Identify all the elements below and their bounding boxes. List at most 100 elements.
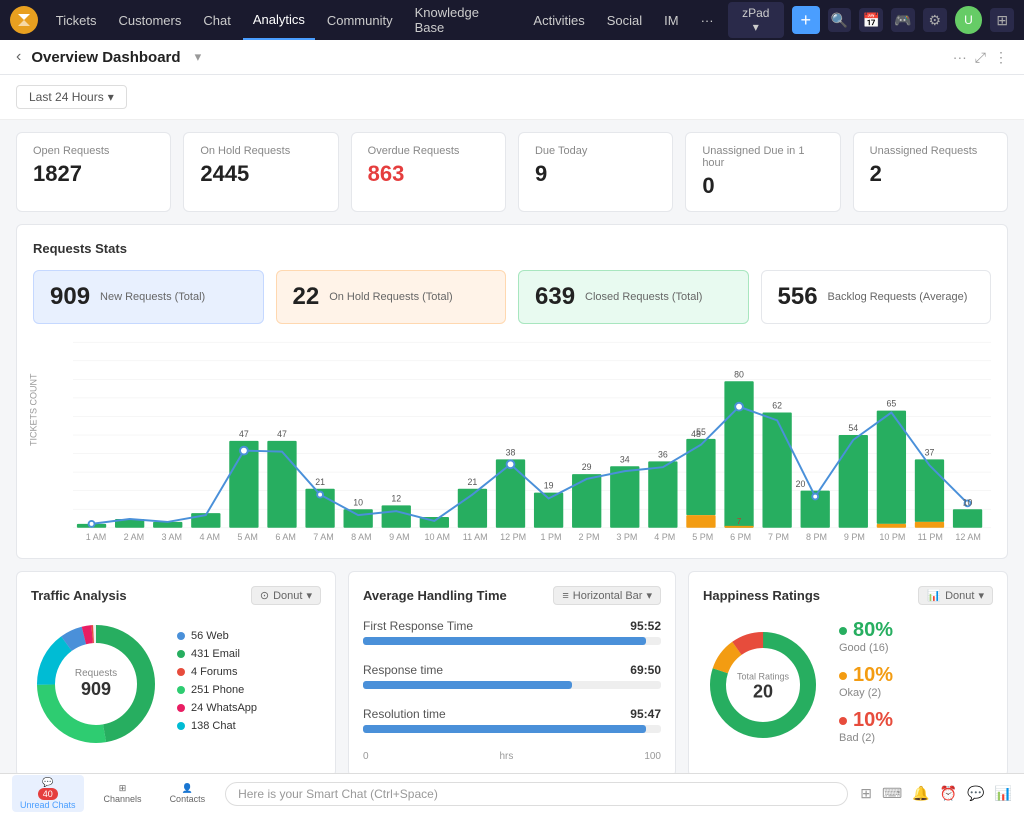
nav-customers[interactable]: Customers: [108, 0, 191, 40]
bottombar-chart-icon[interactable]: 📊: [995, 785, 1012, 802]
x-label-4pm: 4 PM: [646, 532, 684, 542]
x-label-4am: 4 AM: [191, 532, 229, 542]
channels-label: Channels: [104, 794, 142, 804]
title-dropdown-icon[interactable]: ▾: [195, 49, 202, 65]
stat-label-3: Due Today: [535, 145, 656, 157]
summary-lbl-3: Backlog Requests (Average): [828, 291, 968, 303]
happiness-center-label: Total Ratings: [728, 671, 798, 681]
bottombar-icons: ⊞ ⌨ 🔔 ⏰ 💬 📊: [860, 785, 1012, 802]
stat-open-requests: Open Requests 1827: [16, 132, 171, 212]
options-icon[interactable]: ···: [953, 49, 967, 66]
happiness-legend: 80% Good (16) 10% Okay (2): [839, 619, 893, 754]
smart-chat-input[interactable]: Here is your Smart Chat (Ctrl+Space): [225, 782, 848, 806]
back-button[interactable]: ‹: [16, 48, 21, 66]
nav-im[interactable]: IM: [654, 0, 688, 40]
requests-stats-section: Requests Stats 909 New Requests (Total) …: [16, 224, 1008, 559]
happiness-area: Total Ratings 20 80% Good (16): [703, 619, 993, 754]
summary-num-1: 22: [293, 283, 320, 311]
stat-value-0: 1827: [33, 161, 154, 187]
x-label-9pm: 9 PM: [835, 532, 873, 542]
bottombar-grid-icon[interactable]: ⊞: [860, 785, 872, 802]
summary-lbl-0: New Requests (Total): [100, 291, 205, 303]
contacts-tab-icon: 👤: [182, 783, 193, 794]
good-dot: [839, 627, 847, 635]
bottombar-keyboard-icon[interactable]: ⌨: [882, 785, 902, 802]
expand-icon[interactable]: ⤢: [975, 49, 986, 66]
x-label-1am: 1 AM: [77, 532, 115, 542]
nav-knowledge-base[interactable]: Knowledge Base: [405, 0, 522, 40]
hbar-fill-1: [363, 681, 572, 689]
bottombar-tab-channels[interactable]: ⊞ Channels: [96, 781, 150, 806]
page-title: Overview Dashboard: [31, 49, 180, 66]
nav-activities[interactable]: Activities: [523, 0, 594, 40]
chat-tab-icon: 💬: [42, 777, 53, 788]
x-label-3am: 3 AM: [153, 532, 191, 542]
donut-icon: ⊙: [260, 589, 269, 602]
legend-dot-web: [177, 632, 185, 640]
x-label-8pm: 8 PM: [798, 532, 836, 542]
summary-num-3: 556: [778, 283, 818, 311]
nav-social[interactable]: Social: [597, 0, 652, 40]
svg-text:36: 36: [658, 449, 668, 459]
filter-arrow-icon: ▾: [108, 90, 114, 104]
stat-value-3: 9: [535, 161, 656, 187]
legend-whatsapp: 24 WhatsApp: [177, 702, 257, 714]
workspace-selector[interactable]: zPad ▾: [728, 2, 784, 38]
calendar-icon[interactable]: 📅: [859, 8, 883, 32]
x-label-8am: 8 AM: [342, 532, 380, 542]
stat-value-4: 0: [702, 173, 823, 199]
search-icon[interactable]: 🔍: [828, 8, 852, 32]
svg-text:47: 47: [239, 429, 249, 439]
user-avatar[interactable]: U: [955, 6, 983, 34]
x-label-12pm: 12 PM: [494, 532, 532, 542]
traffic-analysis-panel: Traffic Analysis ⊙ Donut ▾: [16, 571, 336, 773]
traffic-donut-area: Requests 909 56 Web 431 Email: [31, 619, 321, 749]
nav-chat[interactable]: Chat: [193, 0, 240, 40]
nav-analytics[interactable]: Analytics: [243, 0, 315, 40]
handling-chart-type-button[interactable]: ≡ Horizontal Bar ▾: [553, 586, 661, 605]
settings-icon[interactable]: ⚙: [923, 8, 947, 32]
bottombar-chat-icon[interactable]: 💬: [967, 785, 984, 802]
stat-unassigned: Unassigned Requests 2: [853, 132, 1008, 212]
svg-text:48: 48: [691, 429, 701, 439]
happiness-panel-title: Happiness Ratings: [703, 588, 820, 603]
happiness-good: 80% Good (16): [839, 619, 893, 654]
more-options-icon[interactable]: ⋮: [994, 49, 1008, 66]
stat-label-0: Open Requests: [33, 145, 154, 157]
bar-chart: 100 80 60 40 20 0: [73, 340, 991, 530]
svg-text:7: 7: [737, 517, 741, 526]
svg-text:21: 21: [315, 477, 325, 487]
x-label-10am: 10 AM: [418, 532, 456, 542]
traffic-chart-type-button[interactable]: ⊙ Donut ▾: [251, 586, 321, 605]
summary-backlog: 556 Backlog Requests (Average): [761, 270, 992, 324]
nav-more[interactable]: ···: [691, 0, 724, 40]
happiness-ctrl-arrow: ▾: [978, 589, 984, 602]
bottombar-tab-contacts[interactable]: 👤 Contacts: [162, 781, 214, 806]
hbar-response-time: Response time 69:50: [363, 663, 661, 689]
happiness-center-value: 20: [728, 681, 798, 702]
summary-new-requests: 909 New Requests (Total): [33, 270, 264, 324]
bottombar-tab-unread-chats[interactable]: 💬 40 Unread Chats: [12, 775, 84, 812]
requests-stats-title: Requests Stats: [33, 241, 991, 256]
nav-tickets[interactable]: Tickets: [46, 0, 107, 40]
svg-text:12: 12: [391, 493, 401, 503]
bottombar-clock-icon[interactable]: ⏰: [940, 785, 957, 802]
happiness-chart-type-button[interactable]: 📊 Donut ▾: [918, 586, 993, 605]
app-logo[interactable]: [10, 6, 38, 34]
hbar-resolution-time: Resolution time 95:47: [363, 707, 661, 733]
summary-num-0: 909: [50, 283, 90, 311]
hbar-icon: ≡: [562, 590, 568, 602]
bottombar-notification-icon[interactable]: 🔔: [912, 785, 929, 802]
add-button[interactable]: +: [792, 6, 820, 34]
happiness-donut: Total Ratings 20: [703, 625, 823, 748]
stat-label-2: Overdue Requests: [368, 145, 489, 157]
game-icon[interactable]: 🎮: [891, 8, 915, 32]
legend-email: 431 Email: [177, 648, 257, 660]
x-label-5am: 5 AM: [229, 532, 267, 542]
date-filter-button[interactable]: Last 24 Hours ▾: [16, 85, 127, 109]
nav-community[interactable]: Community: [317, 0, 403, 40]
stat-value-5: 2: [870, 161, 991, 187]
apps-icon[interactable]: ⊞: [990, 8, 1014, 32]
svg-text:65: 65: [887, 399, 897, 409]
x-label-11am: 11 AM: [456, 532, 494, 542]
